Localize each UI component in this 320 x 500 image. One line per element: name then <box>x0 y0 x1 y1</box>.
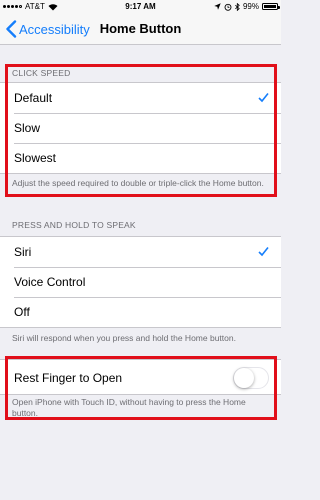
option-off[interactable]: Off <box>0 297 281 327</box>
bluetooth-icon <box>235 2 240 11</box>
option-label: Slow <box>14 121 41 135</box>
rest-finger-row: Rest Finger to Open <box>0 360 281 396</box>
location-icon <box>214 3 221 10</box>
option-label: Off <box>14 305 30 319</box>
checkmark-icon <box>258 247 269 257</box>
option-label: Slowest <box>14 151 57 165</box>
back-button-label: Accessibility <box>19 21 90 37</box>
click-speed-footer: Adjust the speed required to double or t… <box>12 178 264 188</box>
option-voice-control[interactable]: Voice Control <box>0 267 281 297</box>
option-siri[interactable]: Siri <box>0 237 281 267</box>
press-hold-group: Siri Voice Control Off <box>0 236 281 328</box>
rest-finger-label: Rest Finger to Open <box>14 371 123 385</box>
battery-percent: 99% <box>242 2 259 11</box>
option-default[interactable]: Default <box>0 83 281 113</box>
back-button[interactable]: Accessibility <box>5 13 90 45</box>
option-slow[interactable]: Slow <box>0 113 281 143</box>
option-label: Siri <box>14 245 32 259</box>
rest-finger-group: Rest Finger to Open <box>0 359 281 395</box>
battery-icon <box>262 3 280 10</box>
section-header-click-speed: CLICK SPEED <box>12 68 71 78</box>
rest-finger-toggle[interactable] <box>233 367 269 389</box>
status-bar: AT&T 9:17 AM 99% <box>0 0 281 13</box>
option-label: Voice Control <box>14 275 86 289</box>
press-hold-footer: Siri will respond when you press and hol… <box>12 333 236 343</box>
status-right: 99% <box>214 0 280 13</box>
rest-finger-footer: Open iPhone with Touch ID, without havin… <box>12 397 246 418</box>
section-header-press-hold: PRESS AND HOLD TO SPEAK <box>12 220 136 230</box>
chevron-left-icon <box>6 20 17 38</box>
option-label: Default <box>14 91 53 105</box>
option-slowest[interactable]: Slowest <box>0 143 281 173</box>
click-speed-group: Default Slow Slowest <box>0 82 281 174</box>
alarm-clock-icon <box>224 3 232 11</box>
navigation-bar: Accessibility Home Button <box>0 13 281 45</box>
toggle-knob <box>234 368 254 388</box>
checkmark-icon <box>258 93 269 103</box>
